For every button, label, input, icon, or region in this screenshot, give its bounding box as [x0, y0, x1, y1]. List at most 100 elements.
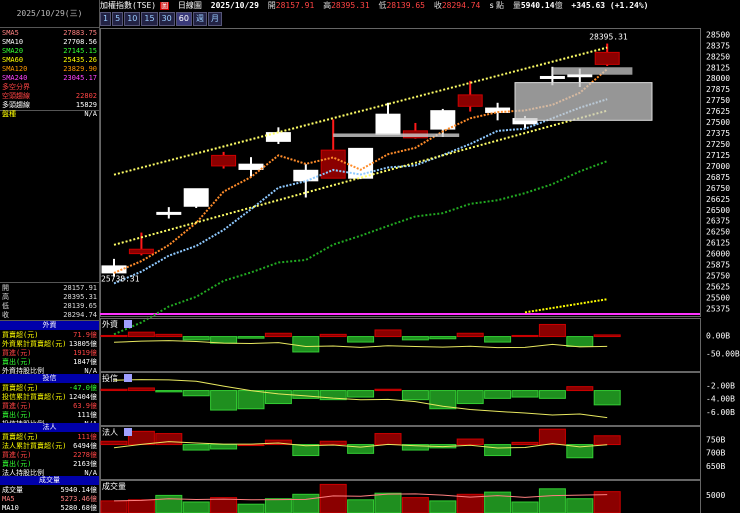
volume-bar: [155, 494, 183, 513]
ma-row: 盤種 N/A: [2, 110, 97, 119]
price-tick: 26375: [706, 217, 730, 226]
volume-label: 量: [512, 1, 521, 10]
volume-bar: [264, 498, 292, 513]
open-label: 開: [267, 1, 276, 10]
quote-bar: 加權指數(TSE) 圖 日線圖 2025/10/29 開28157.91 高283…: [100, 0, 740, 11]
row-value: 71.9億: [73, 331, 97, 339]
price-tick: 25500: [706, 293, 730, 302]
volume-bar: [319, 483, 347, 513]
volume-bar: [210, 497, 238, 513]
inst-row: 買賣超(元) 111億: [2, 433, 97, 442]
candle-body: [594, 51, 620, 65]
foreign-bar: [484, 336, 512, 343]
low-value: 28139.65: [386, 1, 425, 10]
row-key: 低: [2, 302, 9, 310]
row-key: 收: [2, 311, 9, 319]
row-value: 22802: [75, 92, 97, 100]
period-button-10[interactable]: 10: [124, 12, 141, 26]
row-key: 投信累計買賣超(元): [2, 393, 67, 401]
price-tick: 28000: [706, 74, 730, 83]
vol-row: MA10 5280.68億: [2, 504, 97, 513]
row-value: 5940.14億: [60, 486, 97, 494]
price-tick: 27250: [706, 140, 730, 149]
row-value: 27708.56: [63, 38, 97, 46]
row-value: 28139.65: [63, 302, 97, 310]
quote-date: 2025/10/29: [210, 1, 259, 10]
trust-bar: [127, 387, 155, 392]
row-value: 23829.90: [63, 65, 97, 73]
price-tick: 26750: [706, 184, 730, 193]
row-value: 63.9億: [73, 402, 97, 410]
close-value: 28294.74: [441, 1, 481, 10]
row-key: 賣出(元): [2, 411, 32, 419]
trust-bar: [155, 390, 183, 393]
inst-row: 法人累計買賣超(元) 6494億: [2, 442, 97, 451]
candle-body: [211, 154, 237, 167]
foreign-bar: [319, 333, 347, 338]
trust-tick: -4.00B: [706, 395, 735, 404]
price-tick: 27125: [706, 151, 730, 160]
row-key: 成交量: [2, 486, 23, 494]
inst-bar: [237, 444, 265, 447]
chart-area[interactable]: 28500 28375 28250 28125 28000 27875 27750 27625…: [100, 28, 740, 513]
row-value: 12404億: [68, 393, 97, 401]
foreign-bar: [401, 336, 429, 341]
row-key: 多空分界: [2, 83, 30, 91]
row-key: SMA120: [2, 65, 28, 73]
price-tick: 27375: [706, 129, 730, 138]
inst-tick: 650B: [706, 462, 725, 471]
candle-body: [156, 211, 182, 215]
row-value: 13805億: [68, 340, 97, 348]
period-button-15[interactable]: 15: [141, 12, 158, 26]
row-value: -47.0億: [68, 384, 97, 392]
ma-row: SMA5 27883.75: [2, 29, 97, 38]
trust-label: 投信: [102, 373, 118, 383]
candle-body: [320, 149, 346, 179]
period-button-5[interactable]: 5: [112, 12, 124, 26]
foreign-row: 買進(元) 1919億: [2, 349, 97, 358]
foreign-bar: [182, 336, 210, 341]
inst-bar: [374, 433, 402, 446]
trust-row: 賣出(元) 111億: [2, 411, 97, 420]
volume-bar: [429, 500, 457, 513]
ma-row: SMA10 27708.56: [2, 38, 97, 47]
foreign-bar: [429, 336, 457, 340]
foreign-row: 買賣超(元) 71.9億: [2, 331, 97, 340]
trust-bar: [374, 388, 402, 392]
period-button-月[interactable]: 月: [207, 12, 222, 26]
row-value: 15829: [75, 101, 97, 109]
candle-body: [457, 94, 483, 107]
points-label: 點: [496, 1, 505, 10]
section-header[interactable]: 法人: [0, 423, 99, 432]
inst-tick: 700B: [706, 449, 725, 458]
row-key: SMA20: [2, 47, 24, 55]
period-button-週[interactable]: 週: [192, 12, 207, 26]
row-value: 27145.15: [63, 47, 97, 55]
chart-type-label[interactable]: 日線圖: [178, 1, 202, 10]
row-key: SMA5: [2, 29, 19, 37]
ma-row: 空頭趨線 22802: [2, 92, 97, 101]
price-tick: 27750: [706, 96, 730, 105]
price-tick: 26250: [706, 228, 730, 237]
foreign-bar: [347, 336, 375, 343]
price-tick: 25875: [706, 261, 730, 270]
volume-bar: [374, 492, 402, 513]
row-value: 2278億: [73, 451, 97, 459]
vol-row: 成交量 5940.14億: [2, 486, 97, 495]
period-button-60[interactable]: 60: [175, 12, 192, 26]
foreign-tick: 0.00B: [706, 332, 730, 341]
row-key: 多頭趨線: [2, 101, 30, 109]
period-button-1[interactable]: 1: [100, 12, 112, 26]
price-tick: 26000: [706, 250, 730, 259]
price-tick: 25375: [706, 304, 730, 313]
zone-box: [514, 82, 653, 121]
flag-icon[interactable]: 圖: [160, 2, 170, 10]
period-button-30[interactable]: 30: [158, 12, 175, 26]
candle-body: [375, 113, 401, 135]
inst-bar: [100, 440, 128, 446]
section-header[interactable]: 成交量: [0, 476, 99, 485]
inst-bar: [127, 430, 155, 446]
section-header[interactable]: 外資: [0, 321, 99, 330]
section-header[interactable]: 投信: [0, 374, 99, 383]
row-value: 25435.26: [63, 56, 97, 64]
